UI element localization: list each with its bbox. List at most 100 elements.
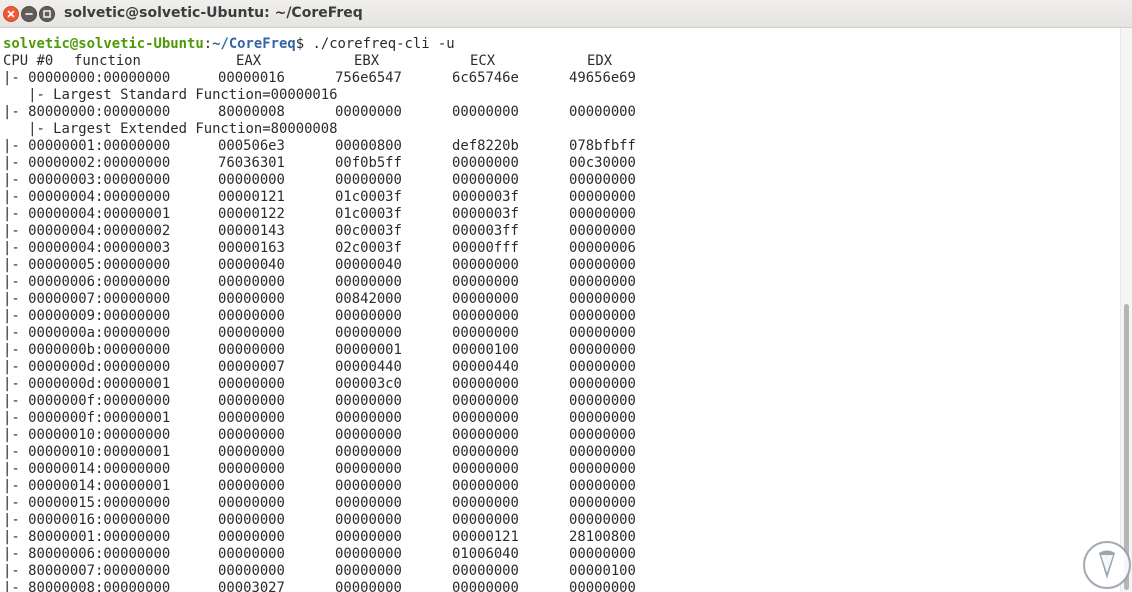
function-cell: |- 00000004:00000001 (3, 206, 171, 222)
table-row: |- 00000005:00000000 00000040 00000040 0000… (3, 257, 703, 274)
minimize-button[interactable] (21, 6, 37, 22)
ecx-cell: 00000000 (452, 478, 519, 494)
function-cell: |- 00000005:00000000 (3, 257, 171, 273)
ebx-cell: 02c0003f (335, 240, 402, 256)
ecx-cell: 00000000 (452, 580, 519, 592)
table-row: |- 00000016:00000000 00000000 00000000 0000… (3, 512, 703, 529)
ebx-cell: 00000000 (335, 308, 402, 324)
ebx-cell: 00000000 (335, 274, 402, 290)
table-row: |- 00000004:00000002 00000143 00c0003f 0000… (3, 223, 703, 240)
ebx-cell: 00000000 (335, 104, 402, 120)
table-row: |- 00000001:00000000 000506e3 00000800 def8… (3, 138, 703, 155)
ebx-cell: 00000000 (335, 512, 402, 528)
ebx-cell: 00000000 (335, 478, 402, 494)
edx-cell: 28100800 (569, 529, 636, 545)
ecx-cell: 00000000 (452, 427, 519, 443)
function-cell: |- 00000003:00000000 (3, 172, 171, 188)
ebx-cell: 00000000 (335, 410, 402, 426)
edx-cell: 00000000 (569, 444, 636, 460)
function-cell: |- 0000000d:00000001 (3, 376, 171, 392)
ecx-cell: 00000000 (452, 172, 519, 188)
ecx-header: ECX (470, 53, 496, 69)
vertical-scrollbar[interactable] (1120, 28, 1132, 592)
prompt-colon: : (203, 36, 213, 52)
edx-cell: 00000000 (569, 308, 636, 324)
table-row: |- 0000000b:00000000 00000000 00000001 0000… (3, 342, 703, 359)
eax-cell: 00000000 (218, 546, 285, 562)
ecx-cell: 00000000 (452, 325, 519, 341)
ecx-cell: 00000000 (452, 376, 519, 392)
edx-cell: 00000000 (569, 495, 636, 511)
table-row: |- 00000003:00000000 00000000 00000000 0000… (3, 172, 703, 189)
edx-cell: 00000000 (569, 257, 636, 273)
ebx-cell: 00000000 (335, 546, 402, 562)
edx-cell: 00000000 (569, 359, 636, 375)
function-cell: |- 0000000b:00000000 (3, 342, 171, 358)
function-cell: |- 80000008:00000000 (3, 580, 171, 592)
table-header: CPU #0 function EAX EBX ECX EDX (3, 53, 703, 70)
eax-cell: 00000000 (218, 393, 285, 409)
function-cell: |- 00000015:00000000 (3, 495, 171, 511)
eax-cell: 00000000 (218, 172, 285, 188)
ecx-cell: 00000000 (452, 461, 519, 477)
ecx-cell: 00000fff (452, 240, 519, 256)
edx-cell: 00000000 (569, 206, 636, 222)
eax-cell: 00000000 (218, 376, 285, 392)
edx-cell: 00000000 (569, 223, 636, 239)
ebx-cell: 00000000 (335, 393, 402, 409)
eax-cell: 00003027 (218, 580, 285, 592)
eax-cell: 00000000 (218, 529, 285, 545)
table-row: |- 80000008:00000000 00003027 00000000 0000… (3, 580, 703, 592)
function-cell: |- 80000006:00000000 (3, 546, 171, 562)
table-row: |- 0000000d:00000001 00000000 000003c0 0000… (3, 376, 703, 393)
close-button[interactable] (3, 6, 19, 22)
ecx-cell: 6c65746e (452, 70, 519, 86)
table-row: |- 0000000d:00000000 00000007 00000440 0000… (3, 359, 703, 376)
ebx-header: EBX (354, 53, 380, 69)
minimize-icon (25, 13, 33, 15)
table-row: |- 80000000:00000000 80000008 00000000 0000… (3, 104, 703, 121)
ecx-cell: 0000003f (452, 206, 519, 222)
eax-cell: 00000000 (218, 410, 285, 426)
edx-cell: 49656e69 (569, 70, 636, 86)
prompt-path: ~/CoreFreq (212, 36, 296, 52)
edx-cell: 00000000 (569, 291, 636, 307)
eax-cell: 00000007 (218, 359, 285, 375)
edx-cell: 00c30000 (569, 155, 636, 171)
eax-cell: 00000000 (218, 512, 285, 528)
title-bar[interactable]: solvetic@solvetic-Ubuntu: ~/CoreFreq (0, 0, 1132, 28)
edx-cell: 00000100 (569, 563, 636, 579)
edx-cell: 078bfbff (569, 138, 636, 154)
edx-cell: 00000000 (569, 427, 636, 443)
ecx-cell: 0000003f (452, 189, 519, 205)
table-row: |- 0000000f:00000000 00000000 00000000 0000… (3, 393, 703, 410)
ebx-cell: 00000000 (335, 461, 402, 477)
eax-cell: 00000000 (218, 427, 285, 443)
table-row: |- 0000000f:00000001 00000000 00000000 0000… (3, 410, 703, 427)
ecx-cell: 00000000 (452, 291, 519, 307)
solvetic-logo-icon (1083, 541, 1131, 589)
eax-cell: 76036301 (218, 155, 285, 171)
maximize-button[interactable] (39, 6, 55, 22)
ebx-cell: 00000000 (335, 172, 402, 188)
function-cell: |- 00000010:00000001 (3, 444, 171, 460)
edx-cell: 00000000 (569, 342, 636, 358)
eax-cell: 00000000 (218, 274, 285, 290)
ecx-cell: 00000000 (452, 155, 519, 171)
terminal-output[interactable]: solvetic@solvetic-Ubuntu:~/CoreFreq$ ./c… (0, 28, 1120, 592)
table-row: |- 00000006:00000000 00000000 00000000 0000… (3, 274, 703, 291)
prompt-line: solvetic@solvetic-Ubuntu:~/CoreFreq$ ./c… (3, 36, 455, 53)
eax-cell: 00000000 (218, 495, 285, 511)
ebx-cell: 00000000 (335, 529, 402, 545)
function-header: function (74, 53, 141, 69)
ecx-cell: 00000000 (452, 104, 519, 120)
ecx-cell: 000003ff (452, 223, 519, 239)
ebx-cell: 00000001 (335, 342, 402, 358)
function-cell: |- 00000014:00000001 (3, 478, 171, 494)
eax-header: EAX (236, 53, 262, 69)
ecx-cell: 00000000 (452, 495, 519, 511)
cpu-label: CPU #0 (3, 53, 54, 69)
table-row: |- 00000014:00000000 00000000 00000000 0000… (3, 461, 703, 478)
edx-cell: 00000000 (569, 461, 636, 477)
edx-cell: 00000000 (569, 546, 636, 562)
